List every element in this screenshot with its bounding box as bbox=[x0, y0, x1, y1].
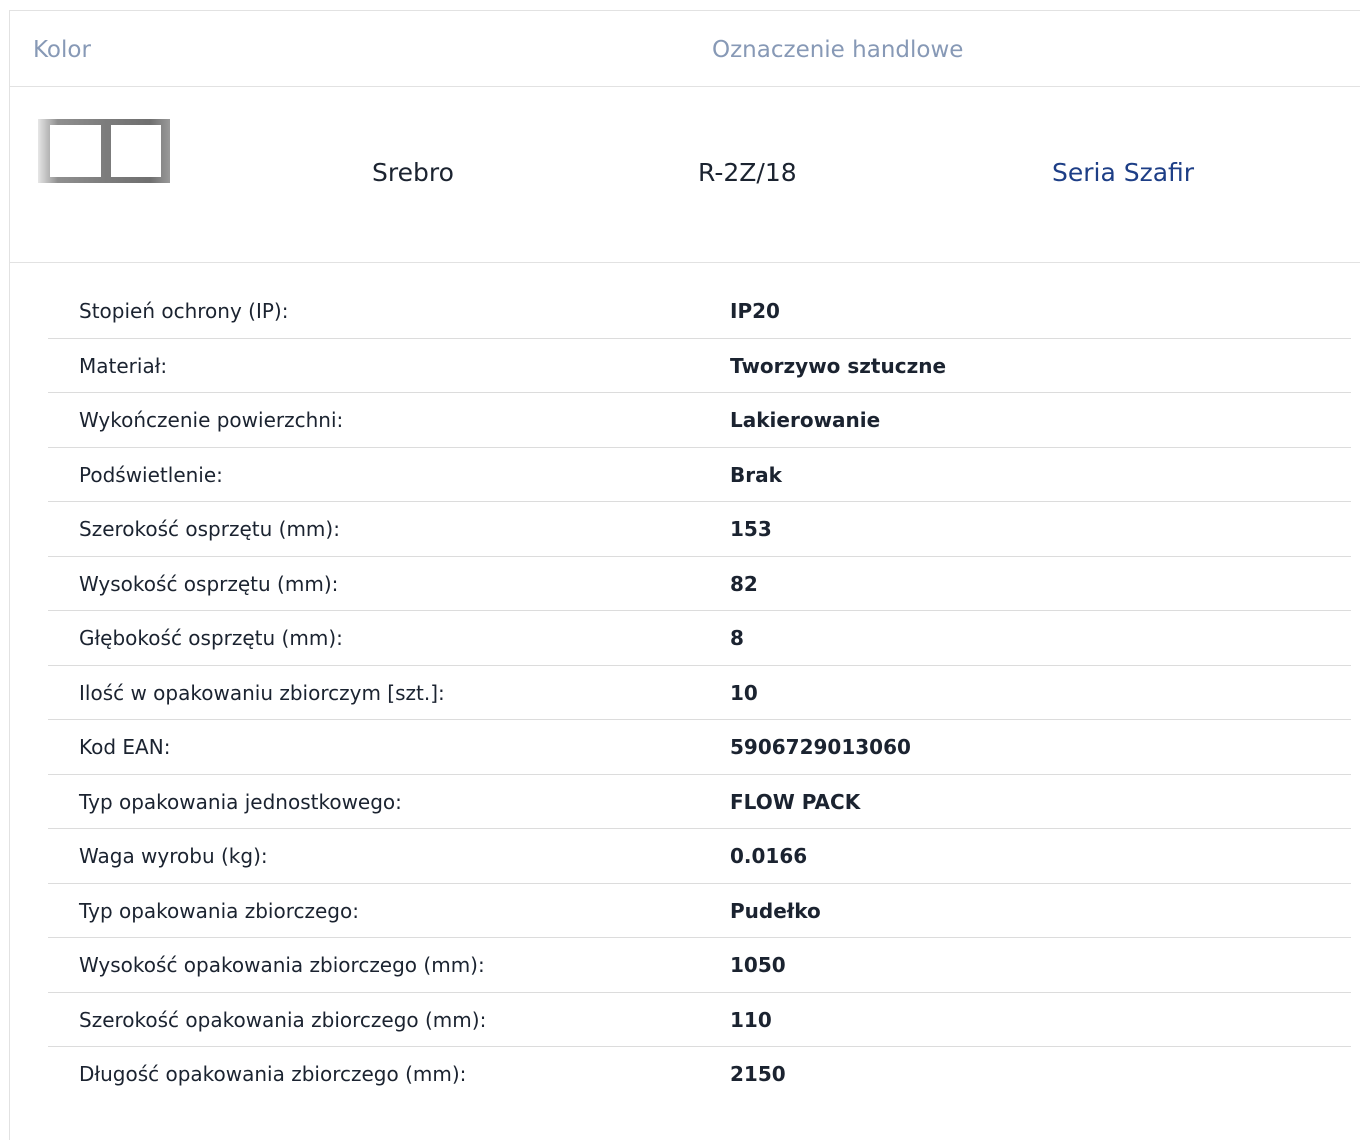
spec-value: Lakierowanie bbox=[730, 408, 881, 432]
table-row: Szerokość opakowania zbiorczego (mm): 110 bbox=[48, 993, 1351, 1047]
spec-value: 110 bbox=[730, 1007, 772, 1032]
spec-label: Głębokość osprzętu (mm): bbox=[79, 626, 343, 650]
series-link[interactable]: Seria Szafir bbox=[1052, 158, 1194, 187]
table-row: Długość opakowania zbiorczego (mm): 2150 bbox=[48, 1047, 1351, 1102]
spec-label: Waga wyrobu (kg): bbox=[79, 844, 268, 868]
trade-designation-column-header: Oznaczenie handlowe bbox=[712, 37, 964, 63]
spec-label: Ilość w opakowaniu zbiorczym [szt.]: bbox=[79, 680, 445, 705]
spec-value: Pudełko bbox=[730, 898, 821, 923]
specs-table: Stopień ochrony (IP): IP20 Materiał: Tworzy… bbox=[48, 284, 1351, 1102]
spec-value: 153 bbox=[730, 517, 772, 541]
spec-label: Podświetlenie: bbox=[79, 462, 223, 487]
spec-label: Szerokość opakowania zbiorczego (mm): bbox=[79, 1007, 487, 1032]
table-row: Szerokość osprzętu (mm): 153 bbox=[48, 502, 1351, 557]
product-detail-panel: Kolor Oznaczenie handlowe Srebro R-2Z/18… bbox=[9, 10, 1360, 1140]
table-row: Waga wyrobu (kg): 0.0166 bbox=[48, 829, 1351, 884]
product-color-value: Srebro bbox=[372, 158, 454, 187]
spec-label: Typ opakowania jednostkowego: bbox=[79, 789, 402, 814]
spec-value: 1050 bbox=[730, 953, 786, 977]
spec-label: Kod EAN: bbox=[79, 735, 171, 759]
table-row: Ilość w opakowaniu zbiorczym [szt.]: 10 bbox=[48, 666, 1351, 720]
spec-value: 82 bbox=[730, 571, 758, 596]
table-row: Stopień ochrony (IP): IP20 bbox=[48, 284, 1351, 339]
spec-value: IP20 bbox=[730, 299, 780, 323]
spec-label: Wykończenie powierzchni: bbox=[79, 408, 344, 432]
spec-label: Typ opakowania zbiorczego: bbox=[79, 898, 359, 923]
spec-value: 10 bbox=[730, 680, 758, 705]
spec-label: Wysokość opakowania zbiorczego (mm): bbox=[79, 953, 485, 977]
spec-value: 8 bbox=[730, 626, 744, 650]
table-row: Wysokość osprzętu (mm): 82 bbox=[48, 557, 1351, 611]
spec-label: Szerokość osprzętu (mm): bbox=[79, 517, 340, 541]
table-row: Typ opakowania zbiorczego: Pudełko bbox=[48, 884, 1351, 938]
spec-label: Stopień ochrony (IP): bbox=[79, 299, 289, 323]
table-row: Wykończenie powierzchni: Lakierowanie bbox=[48, 393, 1351, 448]
spec-value: Tworzywo sztuczne bbox=[730, 353, 947, 378]
table-row: Materiał: Tworzywo sztuczne bbox=[48, 339, 1351, 393]
spec-label: Materiał: bbox=[79, 353, 168, 378]
table-header: Kolor Oznaczenie handlowe bbox=[10, 11, 1360, 87]
spec-label: Długość opakowania zbiorczego (mm): bbox=[79, 1062, 467, 1086]
product-code-value: R-2Z/18 bbox=[698, 158, 797, 187]
table-row: Kod EAN: 5906729013060 bbox=[48, 720, 1351, 775]
spec-value: 0.0166 bbox=[730, 844, 808, 868]
color-column-header: Kolor bbox=[33, 37, 91, 63]
spec-value: Brak bbox=[730, 462, 782, 487]
spec-value: 2150 bbox=[730, 1062, 786, 1086]
table-row: Głębokość osprzętu (mm): 8 bbox=[48, 611, 1351, 666]
table-row: Wysokość opakowania zbiorczego (mm): 1050 bbox=[48, 938, 1351, 993]
product-row: Srebro R-2Z/18 Seria Szafir bbox=[10, 87, 1360, 263]
spec-value: FLOW PACK bbox=[730, 789, 861, 814]
table-row: Podświetlenie: Brak bbox=[48, 448, 1351, 502]
table-row: Typ opakowania jednostkowego: FLOW PACK bbox=[48, 775, 1351, 829]
double-frame-silver-icon bbox=[38, 115, 170, 187]
spec-value: 5906729013060 bbox=[730, 735, 911, 759]
spec-label: Wysokość osprzętu (mm): bbox=[79, 571, 339, 596]
